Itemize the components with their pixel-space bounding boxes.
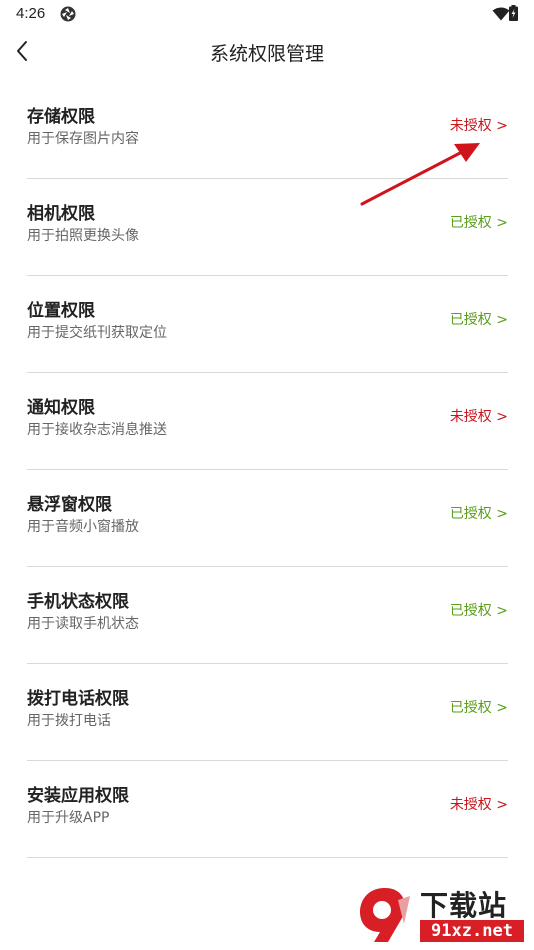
permission-desc: 用于拨打电话 — [27, 713, 111, 729]
permission-name: 拨打电话权限 — [27, 689, 129, 709]
permission-name: 悬浮窗权限 — [27, 495, 112, 515]
permission-status[interactable]: 已授权 > — [450, 212, 508, 232]
permission-desc: 用于读取手机状态 — [27, 616, 139, 632]
status-time: 4:26 — [16, 5, 46, 22]
permission-name: 相机权限 — [27, 204, 95, 224]
permission-desc: 用于升级APP — [27, 810, 110, 826]
permission-status[interactable]: 已授权 > — [450, 503, 508, 523]
watermark-title: 下载站 — [420, 889, 508, 922]
permission-name: 存储权限 — [27, 107, 95, 127]
status-bar: 4:26 — [0, 0, 534, 28]
permission-desc: 用于保存图片内容 — [27, 131, 139, 147]
permission-item-phone-state[interactable]: 手机状态权限 用于读取手机状态 已授权 > — [27, 567, 508, 664]
permission-item-notification[interactable]: 通知权限 用于接收杂志消息推送 未授权 > — [27, 373, 508, 470]
watermark-logo-icon — [360, 888, 410, 942]
permission-desc: 用于拍照更换头像 — [27, 228, 139, 244]
page-title: 系统权限管理 — [209, 43, 324, 65]
permission-name: 通知权限 — [27, 398, 95, 418]
permission-status[interactable]: 已授权 > — [450, 600, 508, 620]
permission-name: 安装应用权限 — [27, 786, 129, 806]
permission-status[interactable]: 未授权 > — [450, 115, 508, 135]
header: 系统权限管理 — [0, 28, 534, 74]
permission-status[interactable]: 未授权 > — [450, 794, 508, 814]
permission-desc: 用于音频小窗播放 — [27, 519, 139, 535]
watermark-url: 91xz.net — [420, 920, 524, 942]
permission-item-install-apps[interactable]: 安装应用权限 用于升级APP 未授权 > — [27, 761, 508, 858]
wifi-icon — [492, 7, 510, 21]
permission-desc: 用于提交纸刊获取定位 — [27, 325, 167, 341]
permission-desc: 用于接收杂志消息推送 — [27, 422, 167, 438]
permission-name: 手机状态权限 — [27, 592, 129, 612]
permission-item-floating-window[interactable]: 悬浮窗权限 用于音频小窗播放 已授权 > — [27, 470, 508, 567]
permission-item-phone-call[interactable]: 拨打电话权限 用于拨打电话 已授权 > — [27, 664, 508, 761]
watermark: 下载站 91xz.net — [354, 884, 530, 946]
permission-status[interactable]: 未授权 > — [450, 406, 508, 426]
permission-status[interactable]: 已授权 > — [450, 309, 508, 329]
battery-charging-icon — [509, 5, 518, 21]
permission-item-location[interactable]: 位置权限 用于提交纸刊获取定位 已授权 > — [27, 276, 508, 373]
annotation-arrow-icon — [360, 143, 480, 206]
permission-status[interactable]: 已授权 > — [450, 697, 508, 717]
aperture-icon — [60, 6, 76, 22]
permission-name: 位置权限 — [27, 301, 95, 321]
